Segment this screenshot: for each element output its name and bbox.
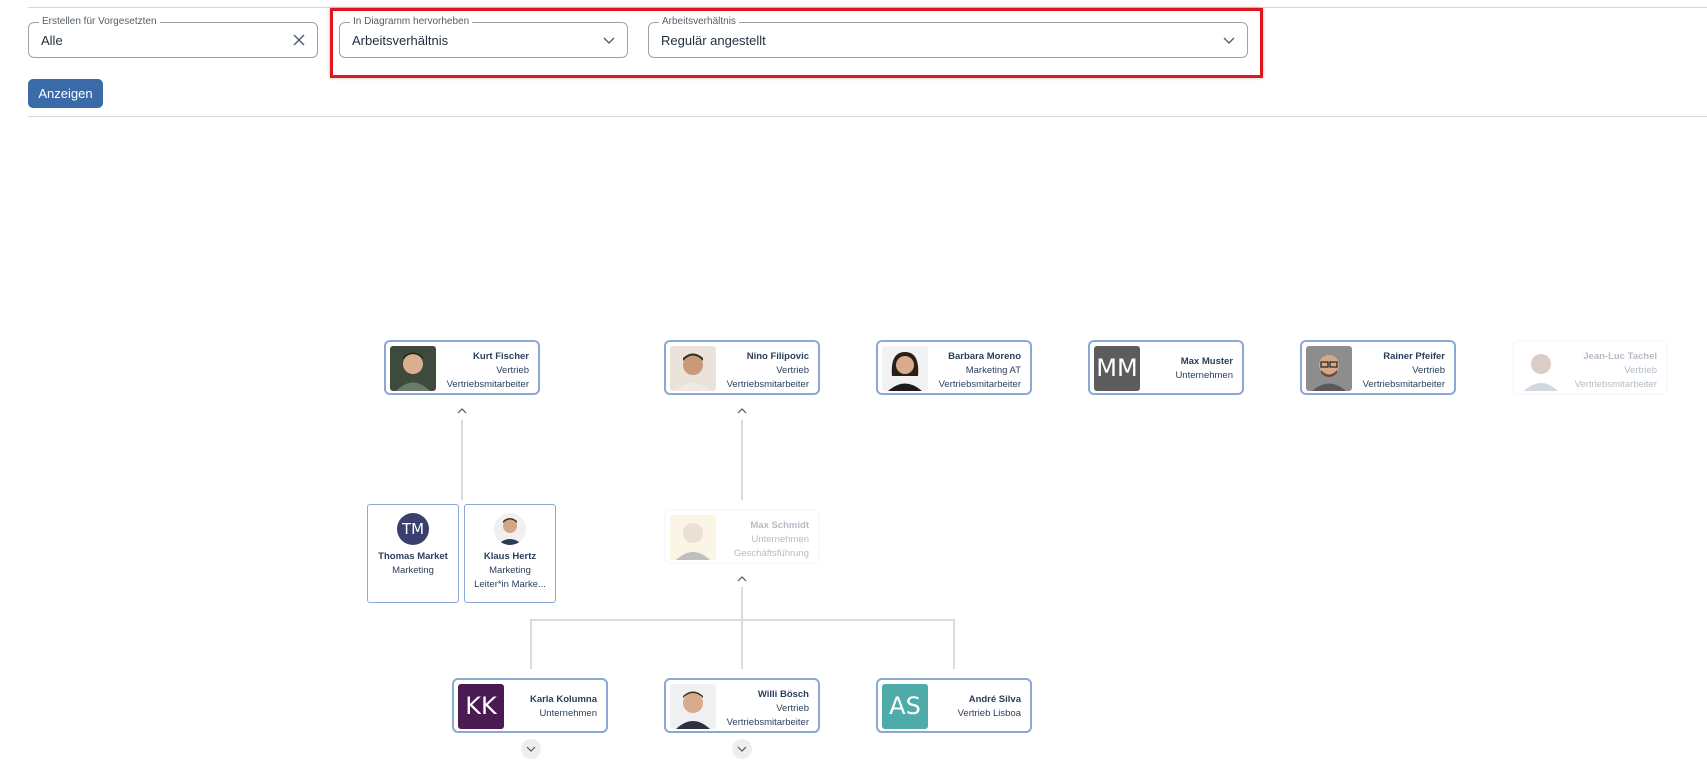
employee-card-barbara-moreno[interactable]: Barbara Moreno Marketing AT Vertriebsmit… bbox=[876, 340, 1032, 395]
avatar-photo bbox=[670, 515, 716, 560]
employee-name: André Silva bbox=[968, 694, 1021, 705]
employee-card-klaus-hertz[interactable]: Klaus Hertz Marketing Leiter*in Marke... bbox=[464, 504, 556, 603]
employee-name: Klaus Hertz bbox=[483, 551, 537, 562]
employee-dept: Marketing bbox=[392, 565, 434, 576]
connector-line bbox=[741, 420, 743, 500]
employee-dept: Unternehmen bbox=[539, 708, 597, 719]
employee-role: Vertriebsmitarbeiter bbox=[1574, 379, 1657, 390]
employee-dept: Vertrieb bbox=[496, 365, 529, 376]
employee-card-karla-kolumna[interactable]: KK Karla Kolumna Unternehmen bbox=[452, 678, 608, 733]
employee-name: Barbara Moreno bbox=[948, 351, 1021, 362]
content-divider bbox=[28, 116, 1707, 117]
collapse-caret-icon[interactable] bbox=[736, 573, 748, 585]
employee-role: Vertriebsmitarbeiter bbox=[726, 379, 809, 390]
employee-name: Jean-Luc Tachel bbox=[1583, 351, 1657, 362]
supervisor-value: Alle bbox=[41, 33, 63, 48]
employee-card-jean-luc-tachel[interactable]: Jean-Luc Tachel Vertrieb Vertriebsmitarb… bbox=[1512, 340, 1668, 395]
avatar-photo bbox=[670, 684, 716, 729]
employee-dept: Vertrieb bbox=[1624, 365, 1657, 376]
employee-card-kurt-fischer[interactable]: Kurt Fischer Vertrieb Vertriebsmitarbeit… bbox=[384, 340, 540, 395]
avatar-photo bbox=[1306, 346, 1352, 391]
employee-dept: Vertrieb bbox=[1412, 365, 1445, 376]
avatar-photo bbox=[670, 346, 716, 391]
chevron-down-icon bbox=[526, 746, 536, 752]
employee-name: Thomas Market bbox=[378, 551, 448, 562]
employee-card-thomas-market[interactable]: TM Thomas Market Marketing bbox=[367, 504, 459, 603]
employee-name: Nino Filipovic bbox=[746, 351, 809, 362]
avatar-photo bbox=[494, 513, 526, 545]
expand-button[interactable] bbox=[732, 739, 752, 759]
employee-dept: Unternehmen bbox=[751, 534, 809, 545]
chevron-down-icon bbox=[737, 746, 747, 752]
employee-card-nino-filipovic[interactable]: Nino Filipovic Vertrieb Vertriebsmitarbe… bbox=[664, 340, 820, 395]
employee-dept: Unternehmen bbox=[1175, 370, 1233, 381]
supervisor-select[interactable]: Erstellen für Vorgesetzten Alle bbox=[28, 16, 318, 58]
connector-line bbox=[530, 619, 532, 669]
avatar-photo bbox=[882, 346, 928, 391]
employee-dept: Vertrieb Lisboa bbox=[957, 708, 1021, 719]
employee-card-max-muster[interactable]: MM Max Muster Unternehmen bbox=[1088, 340, 1244, 395]
employee-dept: Vertrieb bbox=[776, 703, 809, 714]
connector-line bbox=[953, 619, 955, 669]
connector-line bbox=[461, 420, 463, 500]
employee-role: Vertriebsmitarbeiter bbox=[446, 379, 529, 390]
employee-name: Rainer Pfeifer bbox=[1383, 351, 1445, 362]
employee-card-andre-silva[interactable]: AS André Silva Vertrieb Lisboa bbox=[876, 678, 1032, 733]
employee-name: Willi Bösch bbox=[757, 689, 809, 700]
employee-name: Max Schmidt bbox=[750, 520, 809, 531]
supervisor-label: Erstellen für Vorgesetzten bbox=[39, 16, 160, 28]
employee-role: Vertriebsmitarbeiter bbox=[1362, 379, 1445, 390]
employee-card-rainer-pfeifer[interactable]: Rainer Pfeifer Vertrieb Vertriebsmitarbe… bbox=[1300, 340, 1456, 395]
expand-button[interactable] bbox=[521, 739, 541, 759]
clear-icon[interactable] bbox=[291, 32, 307, 48]
connector-line bbox=[530, 619, 955, 621]
employee-role: Leiter*in Marke... bbox=[474, 579, 546, 590]
avatar-initials: KK bbox=[458, 684, 504, 729]
collapse-caret-icon[interactable] bbox=[736, 405, 748, 417]
avatar-initials: MM bbox=[1094, 346, 1140, 391]
employee-name: Kurt Fischer bbox=[473, 351, 529, 362]
employee-card-willi-boesch[interactable]: Willi Bösch Vertrieb Vertriebsmitarbeite… bbox=[664, 678, 820, 733]
avatar-initials: TM bbox=[397, 513, 429, 545]
employee-role: Vertriebsmitarbeiter bbox=[938, 379, 1021, 390]
employee-name: Max Muster bbox=[1180, 356, 1233, 367]
highlight-annotation-box bbox=[330, 8, 1263, 78]
avatar-photo bbox=[1518, 346, 1564, 391]
employee-role: Geschäftsführung bbox=[734, 548, 809, 559]
employee-role: Vertriebsmitarbeiter bbox=[726, 717, 809, 728]
employee-card-max-schmidt[interactable]: Max Schmidt Unternehmen Geschäftsführung bbox=[664, 509, 820, 564]
connector-line bbox=[741, 587, 743, 669]
show-button[interactable]: Anzeigen bbox=[28, 79, 103, 108]
avatar-photo bbox=[390, 346, 436, 391]
avatar-initials: AS bbox=[882, 684, 928, 729]
employee-name: Karla Kolumna bbox=[529, 694, 597, 705]
employee-dept: Marketing AT bbox=[965, 365, 1021, 376]
employee-dept: Vertrieb bbox=[776, 365, 809, 376]
collapse-caret-icon[interactable] bbox=[456, 405, 468, 417]
employee-dept: Marketing bbox=[489, 565, 531, 576]
